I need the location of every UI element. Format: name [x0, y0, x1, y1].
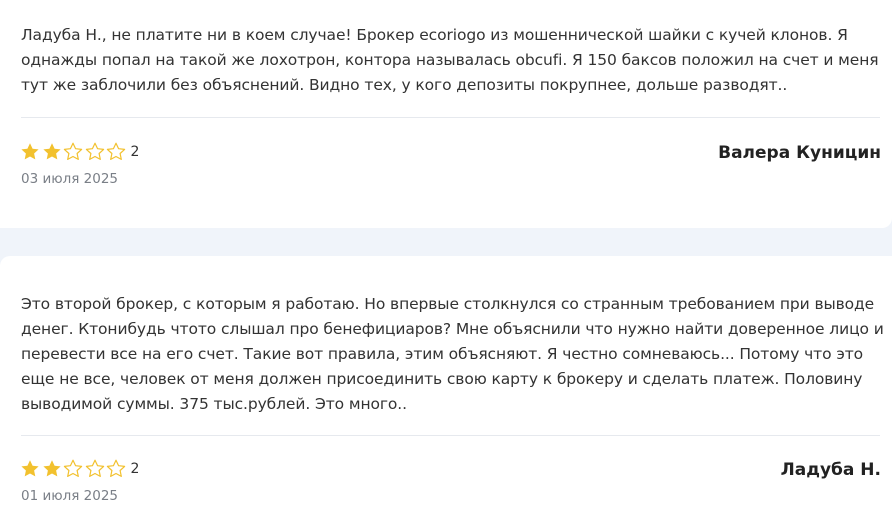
review-author: Ладуба Н. [780, 460, 881, 480]
divider [21, 117, 880, 118]
review-date: 01 июля 2025 [21, 488, 119, 504]
stars [20, 459, 128, 478]
reviews-page: Ладуба Н., не платите ни в коем случае! … [0, 0, 892, 528]
star-filled-icon [42, 460, 61, 477]
stars [20, 142, 128, 161]
star-rating: 2 [20, 142, 139, 161]
review-date: 03 июля 2025 [21, 171, 119, 187]
star-filled-icon [21, 143, 39, 160]
star-rating: 2 [20, 459, 139, 478]
star-empty-icon [106, 459, 126, 477]
review-card: Ладуба Н., не платите ни в коем случае! … [0, 0, 892, 228]
rating-value: 2 [130, 460, 140, 477]
star-empty-icon [63, 459, 83, 477]
star-empty-icon [85, 142, 104, 160]
star-empty-icon [63, 142, 83, 160]
rating-value: 2 [130, 143, 140, 160]
star-filled-icon [21, 460, 39, 477]
divider [21, 435, 880, 436]
star-empty-icon [85, 459, 104, 477]
star-empty-icon [106, 142, 126, 160]
review-card: Это второй брокер, с которым я работаю. … [0, 256, 892, 528]
star-filled-icon [42, 143, 61, 160]
review-text: Это второй брокер, с которым я работаю. … [21, 295, 884, 413]
review-author: Валера Куницин [718, 143, 881, 163]
review-text: Ладуба Н., не платите ни в коем случае! … [21, 26, 879, 94]
